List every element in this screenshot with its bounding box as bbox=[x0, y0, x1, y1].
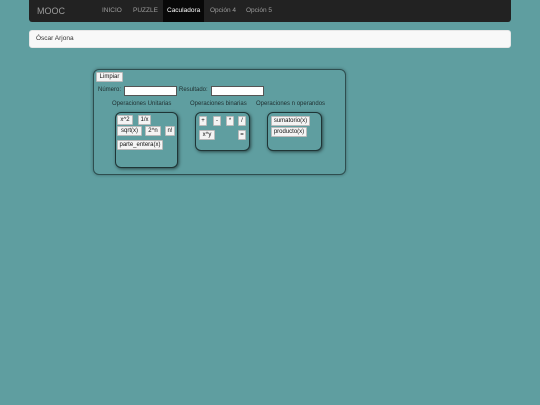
calculator-panel: Limpiar Número: Resultado: Operaciones U… bbox=[93, 69, 346, 175]
unary-ops-title: Operaciones Unitarias bbox=[112, 101, 172, 107]
top-navbar: MOOC INICIO PUZZLE Caculadora Opción 4 O… bbox=[29, 0, 511, 22]
square-button[interactable]: x^2 bbox=[117, 115, 133, 125]
sqrt-button[interactable]: sqrt(x) bbox=[117, 126, 142, 136]
number-label: Número: bbox=[98, 87, 122, 93]
integer-part-button[interactable]: parte_entera(x) bbox=[117, 140, 163, 150]
nav-item-calculadora[interactable]: Caculadora bbox=[163, 0, 205, 22]
user-name: Óscar Arjona bbox=[36, 35, 74, 42]
reciprocal-button[interactable]: 1/x bbox=[138, 115, 151, 125]
result-input[interactable] bbox=[211, 86, 264, 96]
multiply-button[interactable]: * bbox=[226, 116, 234, 126]
nav-item-inicio[interactable]: INICIO bbox=[98, 0, 126, 22]
divide-button[interactable]: / bbox=[238, 116, 246, 126]
nav-item-opcion-5[interactable]: Opción 5 bbox=[242, 0, 276, 22]
power-of-two-button[interactable]: 2^n bbox=[145, 126, 161, 136]
subtract-button[interactable]: - bbox=[213, 116, 221, 126]
binary-ops-group: + - * / x^y = bbox=[195, 112, 250, 151]
add-button[interactable]: + bbox=[199, 116, 207, 126]
power-button[interactable]: x^y bbox=[199, 130, 215, 140]
nav-item-opcion-4[interactable]: Opción 4 bbox=[206, 0, 240, 22]
clear-button[interactable]: Limpiar bbox=[96, 72, 123, 82]
brand-logo[interactable]: MOOC bbox=[37, 6, 65, 16]
nav-item-puzzle[interactable]: PUZZLE bbox=[129, 0, 162, 22]
equals-button[interactable]: = bbox=[238, 130, 246, 140]
unary-ops-group: x^2 1/x sqrt(x) 2^n n! parte_entera(x) bbox=[115, 112, 178, 168]
number-input[interactable] bbox=[124, 86, 177, 96]
sum-button[interactable]: sumatorio(x) bbox=[271, 116, 310, 126]
nary-ops-title: Operaciones n operandos bbox=[256, 101, 326, 107]
product-button[interactable]: producto(x) bbox=[271, 127, 307, 137]
user-bar: Óscar Arjona bbox=[29, 30, 511, 48]
result-label: Resultado: bbox=[179, 87, 208, 93]
binary-ops-title: Operaciones binarias bbox=[190, 101, 247, 107]
factorial-button[interactable]: n! bbox=[165, 126, 175, 136]
nary-ops-group: sumatorio(x) producto(x) bbox=[267, 112, 322, 151]
